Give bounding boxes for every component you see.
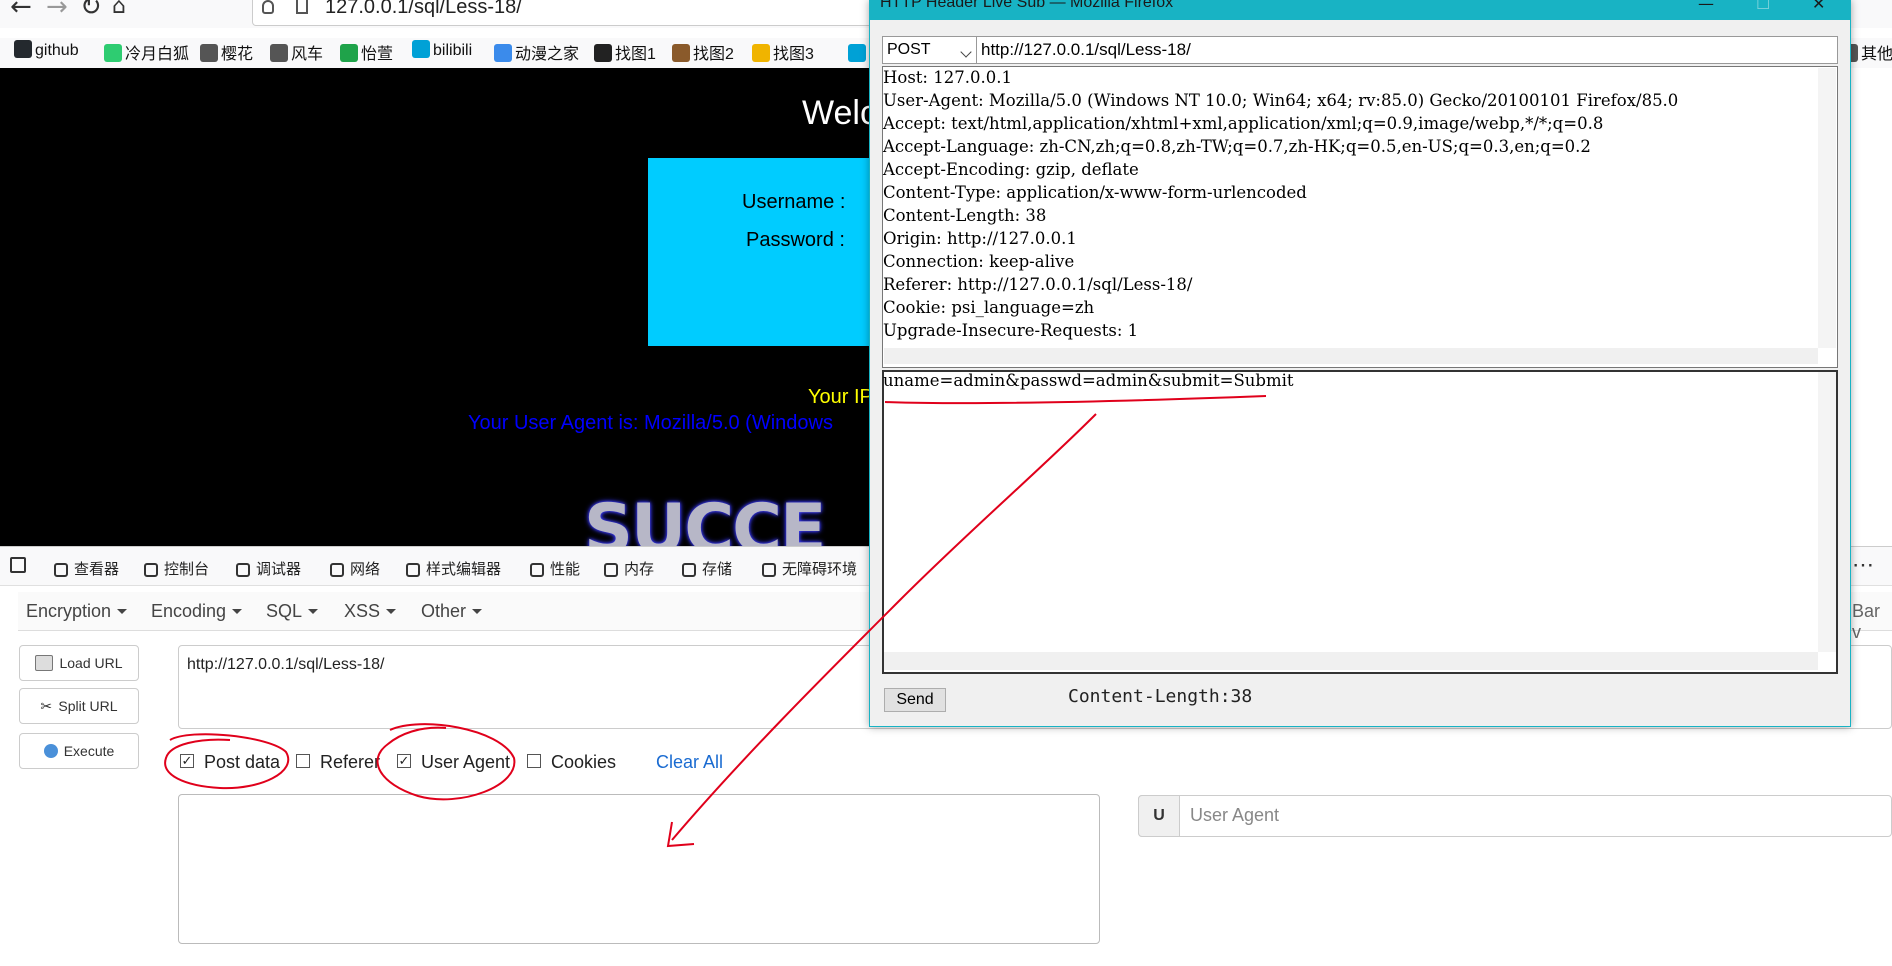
circle-user-agent-annotation <box>376 723 516 801</box>
circle-post-data-annotation <box>164 733 290 790</box>
underline-annotation <box>884 395 1267 405</box>
arrow-annotation <box>671 413 1097 841</box>
arrowhead-annotation <box>666 821 695 848</box>
red-annotations <box>164 395 1267 848</box>
